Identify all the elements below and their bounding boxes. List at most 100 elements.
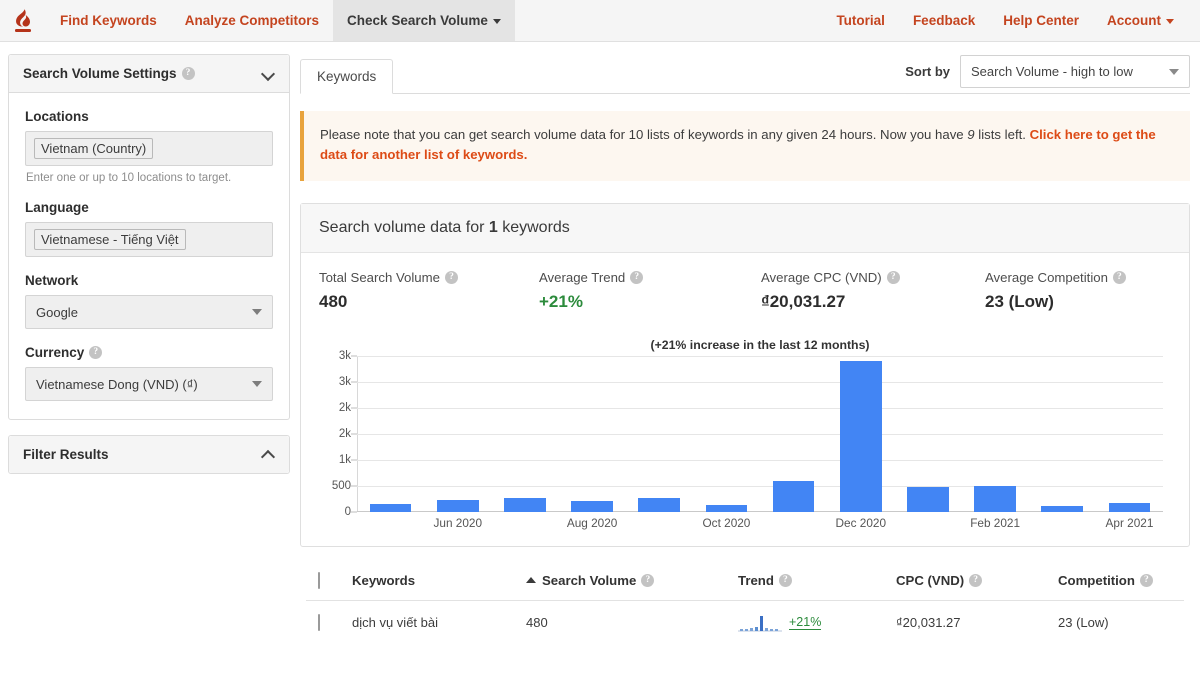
app-logo[interactable]	[0, 0, 46, 41]
caret-up-icon	[526, 577, 536, 584]
tab-bar: Keywords Sort by Search Volume - high to…	[300, 54, 1190, 94]
chart-bar-cell	[491, 356, 558, 512]
tab-keywords[interactable]: Keywords	[300, 59, 394, 94]
caret-down-icon	[1169, 68, 1179, 75]
chart-y-tick	[351, 381, 357, 383]
chevron-down-icon	[492, 19, 501, 24]
heading-count: 1	[488, 218, 498, 236]
language-token[interactable]: Vietnamese - Tiếng Việt	[34, 229, 186, 250]
help-circle-icon[interactable]: ?	[444, 270, 458, 284]
column-label: CPC (VND)	[896, 572, 965, 588]
chart-x-tick-label: Feb 2021	[970, 515, 1021, 530]
chart-bar[interactable]	[974, 485, 1016, 512]
select-all-checkbox[interactable]	[318, 571, 320, 589]
cell-cpc: ₫20,031.27	[896, 615, 961, 631]
chart-bar-cell	[894, 356, 961, 512]
sort-by-value: Search Volume - high to low	[971, 64, 1133, 79]
nav-item-tutorial[interactable]: Tutorial	[822, 0, 899, 41]
network-value: Google	[36, 304, 78, 320]
column-header-search-volume[interactable]: Search Volume ?	[526, 573, 738, 588]
nav-item-help-center[interactable]: Help Center	[989, 0, 1093, 41]
nav-item-feedback[interactable]: Feedback	[899, 0, 989, 41]
chart-bar[interactable]	[504, 498, 546, 512]
nav-item-find-keywords[interactable]: Find Keywords	[46, 0, 171, 41]
label-text: Network	[25, 273, 79, 288]
chart-bar[interactable]	[571, 501, 613, 512]
stat-average-cpc: Average CPC (VND) ? ₫20,031.27	[761, 270, 985, 312]
main-content: Keywords Sort by Search Volume - high to…	[290, 42, 1200, 645]
row-checkbox[interactable]	[318, 614, 320, 632]
chart-bar[interactable]	[1108, 503, 1151, 512]
chart-y-tick-label: 3k	[338, 375, 351, 388]
help-circle-icon[interactable]: ?	[969, 573, 983, 587]
heading-suffix: keywords	[497, 218, 570, 236]
chart-bar[interactable]	[369, 503, 412, 512]
nav-item-check-search-volume[interactable]: Check Search Volume	[333, 0, 515, 41]
column-header-keywords[interactable]: Keywords	[352, 573, 526, 588]
chart-bar[interactable]	[1041, 506, 1084, 512]
chevron-down-icon	[1166, 19, 1174, 24]
nav-label: Help Center	[1003, 13, 1079, 28]
stat-label: Total Search Volume ?	[319, 270, 539, 285]
locations-label: Locations	[25, 109, 273, 124]
column-header-trend[interactable]: Trend ?	[738, 573, 896, 588]
cell-keyword[interactable]: dịch vụ viết bài	[352, 615, 526, 630]
chart-y-tick-label: 2k	[338, 401, 351, 414]
chart-bar[interactable]	[907, 486, 949, 512]
nav-label: Tutorial	[836, 13, 885, 28]
help-circle-icon[interactable]: ?	[89, 346, 103, 359]
cell-trend-value[interactable]: +21%	[789, 615, 822, 631]
help-circle-icon[interactable]: ?	[1139, 573, 1153, 587]
chart-y-tick	[351, 355, 357, 357]
nav-item-account[interactable]: Account	[1093, 0, 1188, 41]
help-circle-icon[interactable]: ?	[641, 573, 655, 587]
notice-emphasis: 9	[967, 127, 975, 142]
nav-label: Analyze Competitors	[184, 13, 320, 28]
location-token[interactable]: Vietnam (Country)	[34, 138, 154, 159]
chart-bar[interactable]	[772, 481, 815, 512]
help-circle-icon[interactable]: ?	[886, 270, 900, 284]
chart-x-tick-label	[491, 516, 558, 530]
chart-bar[interactable]	[705, 504, 748, 512]
label-text: Currency	[25, 345, 85, 360]
chart-x-tick-label: Oct 2020	[702, 515, 751, 530]
chart-y-tick-label: 1k	[338, 453, 351, 466]
chart-x-tick-label	[626, 516, 693, 530]
column-header-cpc[interactable]: CPC (VND) ?	[896, 573, 1058, 588]
help-circle-icon[interactable]: ?	[778, 573, 792, 587]
help-circle-icon[interactable]: ?	[1112, 270, 1126, 284]
nav-label: Find Keywords	[60, 13, 157, 28]
help-circle-icon[interactable]: ?	[630, 270, 644, 284]
chart-x-tick-label	[760, 516, 827, 530]
chart-bar[interactable]	[436, 500, 479, 512]
chevron-up-icon[interactable]	[262, 448, 275, 461]
column-label: Trend	[738, 572, 774, 588]
card-heading: Search volume data for 1 keywords	[301, 203, 1189, 253]
currency-select[interactable]: Vietnamese Dong (VND) (₫)	[25, 367, 273, 401]
caret-down-icon	[252, 309, 262, 315]
chart-y-tick	[351, 407, 357, 409]
stat-label-text: Total Search Volume	[319, 269, 440, 285]
chart-x-tick-label: Apr 2021	[1105, 515, 1154, 530]
network-select[interactable]: Google	[25, 295, 273, 329]
chart-y-tick-label: 3k	[338, 349, 351, 362]
search-volume-settings-header[interactable]: Search Volume Settings ?	[9, 55, 289, 93]
chart-bar[interactable]	[839, 361, 882, 512]
filter-results-header[interactable]: Filter Results	[9, 436, 289, 473]
keywords-table: Keywords Search Volume ? Trend ? CPC (VN…	[300, 565, 1190, 645]
sidebar: Search Volume Settings ? Locations Vietn…	[0, 42, 290, 489]
stat-label-text: Average Trend	[539, 269, 626, 285]
chart-bar[interactable]	[638, 498, 681, 512]
nav-item-analyze-competitors[interactable]: Analyze Competitors	[171, 0, 333, 41]
column-header-competition[interactable]: Competition ?	[1058, 573, 1172, 588]
chart-x-tick-label: Jun 2020	[433, 515, 483, 530]
language-input[interactable]: Vietnamese - Tiếng Việt	[25, 222, 273, 257]
chart-y-tick	[351, 433, 357, 435]
stat-value: 480	[319, 291, 348, 311]
help-circle-icon[interactable]: ?	[181, 67, 195, 80]
locations-input[interactable]: Vietnam (Country)	[25, 131, 273, 166]
language-label: Language	[25, 200, 273, 215]
nav-label: Account	[1107, 13, 1161, 28]
sort-by-select[interactable]: Search Volume - high to low	[960, 55, 1190, 88]
chevron-down-icon[interactable]	[262, 67, 275, 80]
